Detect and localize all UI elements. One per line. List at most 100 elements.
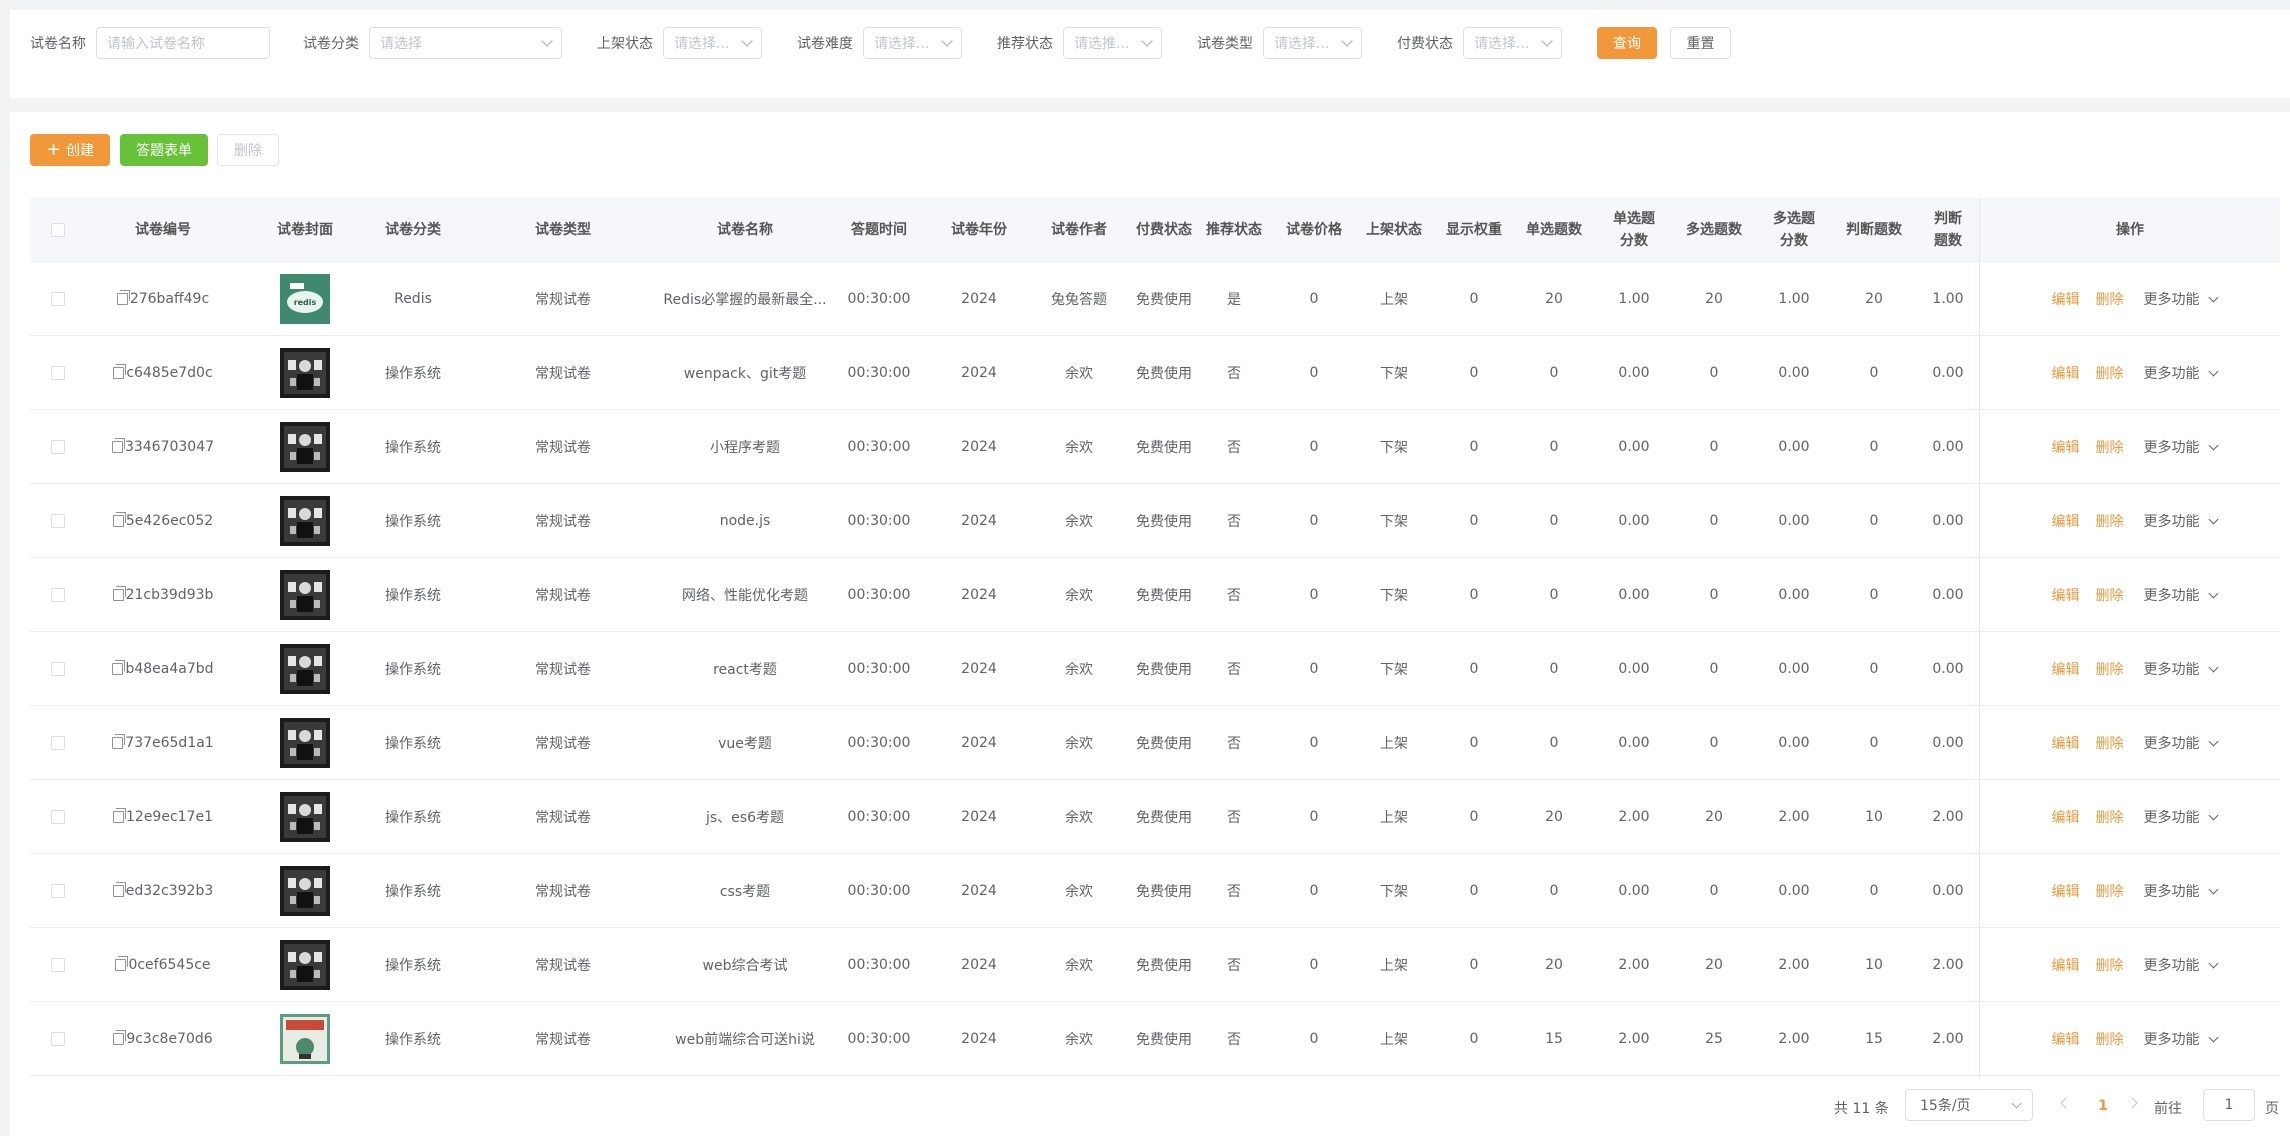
row-checkbox[interactable] xyxy=(30,336,86,410)
more-functions-label: 更多功能 xyxy=(2143,810,2200,826)
delete-link[interactable]: 删除 xyxy=(2096,511,2124,531)
cover-image xyxy=(280,644,330,694)
row-actions: 编辑 删除 更多功能 xyxy=(2020,928,2240,1002)
copy-icon[interactable] xyxy=(112,586,126,601)
answer-sheet-button[interactable]: 答题表单 xyxy=(120,134,208,166)
edit-link[interactable]: 编辑 xyxy=(2052,585,2080,605)
page-size-select[interactable]: 15条/页 xyxy=(1905,1089,2033,1121)
next-page-icon[interactable] xyxy=(2126,1097,2138,1109)
row-checkbox[interactable] xyxy=(30,632,86,706)
edit-link[interactable]: 编辑 xyxy=(2052,289,2080,309)
edit-link[interactable]: 编辑 xyxy=(2052,659,2080,679)
reset-button[interactable]: 重置 xyxy=(1670,27,1731,59)
recommend-select[interactable]: 请选推... xyxy=(1063,27,1162,59)
query-button[interactable]: 查询 xyxy=(1597,27,1657,59)
batch-delete-button[interactable]: 删除 xyxy=(217,134,279,166)
delete-link[interactable]: 删除 xyxy=(2096,659,2124,679)
paper-id-cell: 0cef6545ce xyxy=(108,928,218,1002)
cell-time: 00:30:00 xyxy=(847,587,911,603)
pay-status-select[interactable]: 请选择... xyxy=(1463,27,1562,59)
difficulty-select[interactable]: 请选择... xyxy=(863,27,962,59)
cell-recommend: 否 xyxy=(1227,736,1241,752)
row-checkbox[interactable] xyxy=(30,410,86,484)
edit-link[interactable]: 编辑 xyxy=(2052,955,2080,975)
select-all-checkbox[interactable] xyxy=(30,198,86,262)
cell-recommend: 否 xyxy=(1227,662,1241,678)
copy-icon[interactable] xyxy=(113,808,126,823)
chevron-down-icon xyxy=(2208,514,2218,524)
row-actions: 编辑 删除 更多功能 xyxy=(2020,558,2240,632)
row-checkbox[interactable] xyxy=(30,780,86,854)
delete-link[interactable]: 删除 xyxy=(2096,955,2124,975)
cell-time: 00:30:00 xyxy=(847,883,911,899)
create-button[interactable]: + 创建 xyxy=(30,134,110,166)
copy-icon[interactable] xyxy=(115,956,129,971)
more-functions-dropdown[interactable]: 更多功能 xyxy=(2144,363,2218,383)
edit-link[interactable]: 编辑 xyxy=(2052,1029,2080,1049)
header-cell: 判断题数 xyxy=(1934,211,1962,249)
row-checkbox[interactable] xyxy=(30,484,86,558)
more-functions-dropdown[interactable]: 更多功能 xyxy=(2144,1029,2218,1049)
category-select[interactable]: 请选择 xyxy=(369,27,562,59)
copy-icon[interactable] xyxy=(113,364,127,379)
row-checkbox[interactable] xyxy=(30,262,86,336)
goto-page-input[interactable]: 1 xyxy=(2203,1089,2255,1121)
prev-page-icon[interactable] xyxy=(2060,1097,2072,1109)
plus-icon: + xyxy=(45,139,62,160)
copy-icon[interactable] xyxy=(116,290,130,305)
delete-link[interactable]: 删除 xyxy=(2096,289,2124,309)
more-functions-dropdown[interactable]: 更多功能 xyxy=(2143,807,2218,827)
edit-link[interactable]: 编辑 xyxy=(2052,881,2080,901)
delete-link[interactable]: 删除 xyxy=(2096,437,2124,457)
filter-label: 试卷分类 xyxy=(303,36,359,52)
delete-link[interactable]: 删除 xyxy=(2096,807,2124,827)
delete-link[interactable]: 删除 xyxy=(2096,881,2124,901)
cell-recommend: 否 xyxy=(1227,884,1241,900)
copy-icon[interactable] xyxy=(113,1030,127,1045)
paper-name-input[interactable]: 请输入试卷名称 xyxy=(96,27,270,59)
cell-year: 2024 xyxy=(961,735,997,751)
more-functions-dropdown[interactable]: 更多功能 xyxy=(2144,585,2218,605)
more-functions-dropdown[interactable]: 更多功能 xyxy=(2144,955,2218,975)
cell-judge: 10 xyxy=(1865,957,1883,973)
chevron-down-icon xyxy=(2208,662,2218,672)
row-checkbox[interactable] xyxy=(30,1002,86,1076)
shelf-status-select[interactable]: 请选择... xyxy=(663,27,762,59)
delete-link[interactable]: 删除 xyxy=(2096,1029,2124,1049)
current-page[interactable]: 1 xyxy=(2088,1092,2118,1120)
edit-link[interactable]: 编辑 xyxy=(2052,363,2080,383)
edit-link[interactable]: 编辑 xyxy=(2052,733,2080,753)
more-functions-dropdown[interactable]: 更多功能 xyxy=(2144,289,2218,309)
more-functions-dropdown[interactable]: 更多功能 xyxy=(2144,511,2218,531)
row-checkbox[interactable] xyxy=(30,928,86,1002)
row-checkbox[interactable] xyxy=(30,558,86,632)
row-checkbox[interactable] xyxy=(30,706,86,780)
cell-year: 2024 xyxy=(961,513,997,529)
copy-icon[interactable] xyxy=(111,438,125,453)
delete-link[interactable]: 删除 xyxy=(2096,733,2124,753)
more-functions-dropdown[interactable]: 更多功能 xyxy=(2144,437,2218,457)
copy-icon[interactable] xyxy=(112,512,126,527)
edit-link[interactable]: 编辑 xyxy=(2052,437,2080,457)
cell-single-score: 2.00 xyxy=(1618,957,1650,973)
delete-link[interactable]: 删除 xyxy=(2096,585,2124,605)
chevron-down-icon xyxy=(1141,35,1153,47)
cell-weight: 0 xyxy=(1469,439,1479,455)
edit-link[interactable]: 编辑 xyxy=(2052,511,2080,531)
cell-multi-score: 2.00 xyxy=(1778,809,1810,825)
cell-recommend: 否 xyxy=(1227,440,1241,456)
paper-type-select[interactable]: 请选择... xyxy=(1263,27,1362,59)
fixed-column-divider xyxy=(1979,198,1980,1078)
cover-cell xyxy=(255,484,355,558)
header-cell: 单选题数 xyxy=(1526,222,1582,238)
copy-icon[interactable] xyxy=(112,734,126,749)
cell-category: 操作系统 xyxy=(385,1032,441,1048)
more-functions-dropdown[interactable]: 更多功能 xyxy=(2144,881,2218,901)
more-functions-dropdown[interactable]: 更多功能 xyxy=(2144,659,2218,679)
edit-link[interactable]: 编辑 xyxy=(2052,807,2080,827)
copy-icon[interactable] xyxy=(112,882,126,897)
copy-icon[interactable] xyxy=(112,660,126,675)
delete-link[interactable]: 删除 xyxy=(2096,363,2124,383)
more-functions-dropdown[interactable]: 更多功能 xyxy=(2144,733,2218,753)
row-checkbox[interactable] xyxy=(30,854,86,928)
